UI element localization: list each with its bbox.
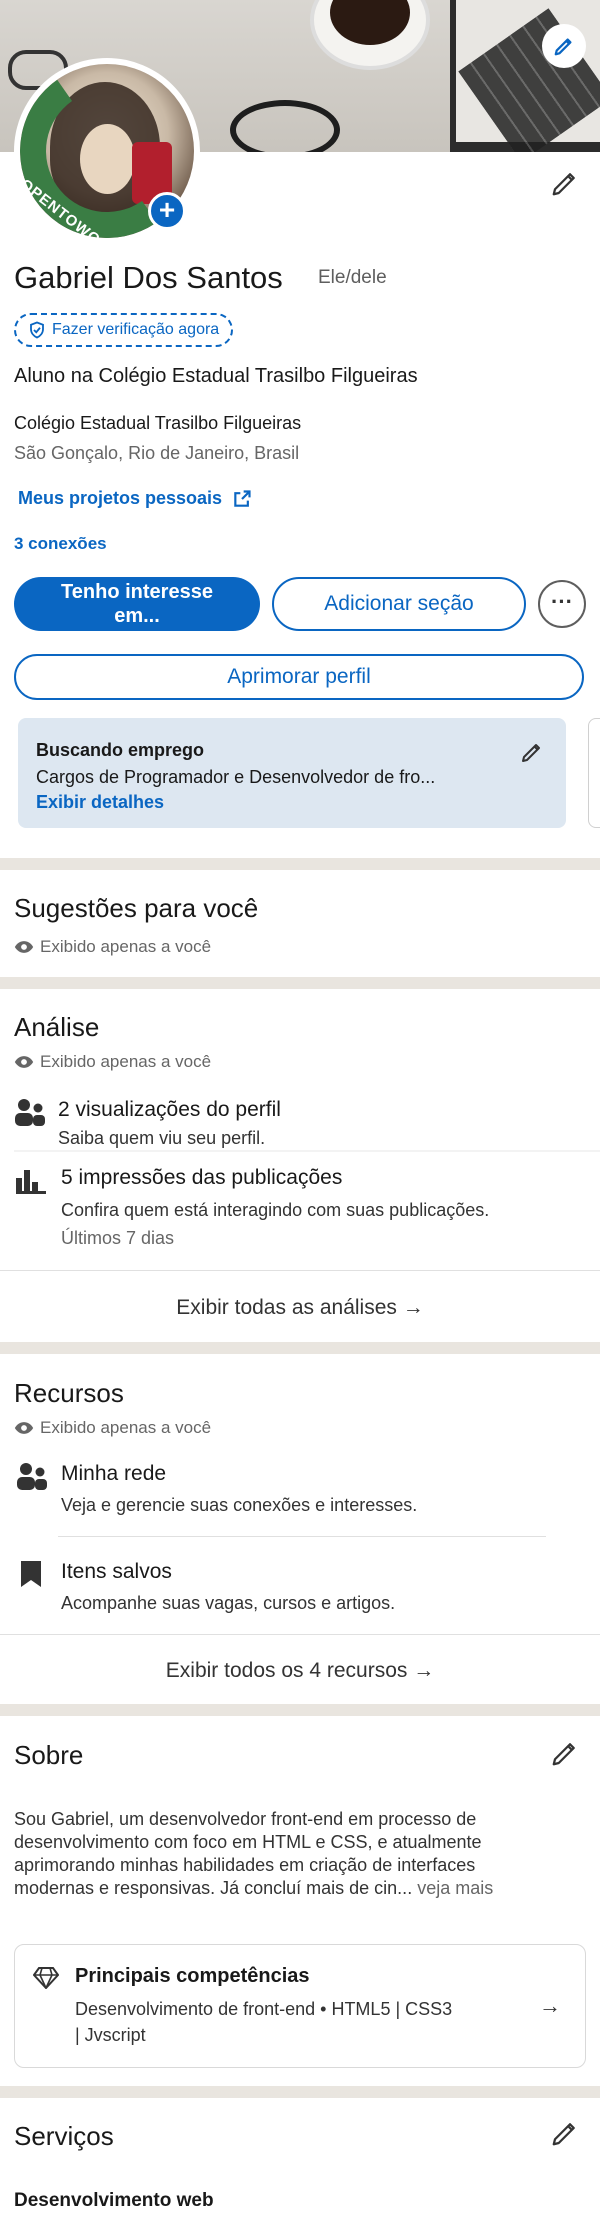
- about-line: aprimorando minhas habilidades em criaçã…: [14, 1855, 476, 1875]
- about-line: desenvolvimento com foco em HTML e CSS, …: [14, 1832, 482, 1852]
- top-skills-card[interactable]: Principais competências Desenvolvimento …: [14, 1944, 586, 2068]
- visibility-label: Exibido apenas a você: [40, 937, 212, 956]
- saved-items-subtitle: Acompanhe suas vagas, cursos e artigos.: [61, 1593, 396, 1613]
- verify-label: Fazer verificação agora: [52, 321, 220, 338]
- eye-icon: [14, 1422, 34, 1434]
- see-more-link[interactable]: veja mais: [417, 1878, 493, 1898]
- arrow-right-icon: →: [539, 1993, 561, 2018]
- open-to-button[interactable]: Tenho interesse em...: [14, 577, 260, 631]
- top-skills-line2: | Jvscript: [75, 2025, 146, 2045]
- shield-check-icon: [30, 321, 44, 339]
- pencil-icon: [552, 1743, 575, 1766]
- people-icon: [17, 1463, 47, 1490]
- show-all-analytics-link[interactable]: Exibir todas as análises →: [0, 1296, 600, 1320]
- services-title: Serviços: [14, 2121, 114, 2151]
- open-to-work-card[interactable]: Buscando emprego Cargos de Programador e…: [18, 718, 566, 828]
- external-link-icon: [234, 489, 251, 507]
- top-skills-line1: Desenvolvimento de front-end • HTML5 | C…: [75, 1999, 453, 2019]
- post-impressions-title: 5 impressões das publicações: [61, 1166, 343, 1189]
- profile-location: São Gonçalo, Rio de Janeiro, Brasil: [14, 443, 300, 463]
- my-network-subtitle: Veja e gerencie suas conexões e interess…: [61, 1495, 418, 1515]
- eye-icon: [14, 1056, 34, 1068]
- section-separator: [0, 858, 600, 870]
- pencil-icon: [554, 38, 572, 56]
- edit-services-button[interactable]: [550, 2118, 580, 2153]
- divider: [58, 1536, 546, 1537]
- analytics-title: Análise: [14, 1012, 100, 1042]
- edit-job-card-button[interactable]: [520, 740, 544, 769]
- suggestions-title: Sugestões para você: [14, 893, 259, 923]
- section-separator: [0, 977, 600, 989]
- analytics-visibility: Exibido apenas a você: [14, 1052, 211, 1072]
- divider: [0, 1270, 600, 1271]
- service-item: Desenvolvimento web: [14, 2190, 214, 2211]
- cable-decor: [230, 100, 340, 152]
- bookmark-icon: [21, 1561, 41, 1587]
- suggestions-visibility: Exibido apenas a você: [14, 937, 211, 957]
- pencil-icon: [552, 2123, 575, 2146]
- profile-views-item[interactable]: 2 visualizações do perfil Saiba quem viu…: [14, 1096, 586, 1148]
- profile-views-subtitle: Saiba quem viu seu perfil.: [58, 1128, 266, 1148]
- pencil-icon: [522, 744, 540, 762]
- bar-chart-icon: [16, 1170, 46, 1194]
- resources-title: Recursos: [14, 1378, 124, 1408]
- section-separator: [0, 1342, 600, 1354]
- eye-icon: [14, 941, 34, 953]
- section-separator: [0, 2086, 600, 2098]
- next-card-peek[interactable]: [588, 718, 600, 828]
- section-separator: [0, 1704, 600, 1716]
- post-impressions-item[interactable]: 5 impressões das publicações Confira que…: [14, 1166, 586, 1252]
- about-line: modernas e responsivas. Já concluí mais …: [14, 1878, 413, 1898]
- about-text: Sou Gabriel, um desenvolvedor front-end …: [14, 1808, 586, 1900]
- top-skills-title: Principais competências: [75, 1965, 310, 1987]
- projects-link[interactable]: Meus projetos pessoais: [18, 488, 252, 509]
- about-title: Sobre: [14, 1740, 84, 1770]
- saved-items-title: Itens salvos: [61, 1560, 172, 1583]
- job-card-details-link[interactable]: Exibir detalhes: [36, 792, 548, 813]
- profile-headline: Aluno na Colégio Estadual Trasilbo Filgu…: [14, 365, 418, 387]
- visibility-label: Exibido apenas a você: [40, 1052, 212, 1071]
- projects-link-label: Meus projetos pessoais: [18, 488, 223, 508]
- improve-profile-button[interactable]: Aprimorar perfil: [14, 654, 584, 700]
- saved-items-item[interactable]: Itens salvos Acompanhe suas vagas, curso…: [14, 1558, 586, 1618]
- divider: [0, 1634, 600, 1635]
- more-options-button[interactable]: ···: [538, 580, 586, 628]
- post-impressions-period: Últimos 7 dias: [61, 1228, 175, 1248]
- resources-visibility: Exibido apenas a você: [14, 1418, 211, 1438]
- verify-now-button[interactable]: Fazer verificação agora: [14, 313, 234, 347]
- pencil-icon: [552, 173, 575, 196]
- connections-link[interactable]: 3 conexões: [14, 534, 107, 554]
- divider: [14, 1150, 600, 1152]
- post-impressions-subtitle: Confira quem está interagindo com suas p…: [61, 1200, 490, 1220]
- add-photo-button[interactable]: +: [148, 192, 186, 230]
- diamond-icon: [33, 1967, 59, 1989]
- open-to-label-1: Tenho interesse: [61, 581, 213, 603]
- add-section-button[interactable]: Adicionar seção: [272, 577, 526, 631]
- visibility-label: Exibido apenas a você: [40, 1418, 212, 1437]
- edit-intro-button[interactable]: [550, 168, 580, 203]
- edit-banner-button[interactable]: [542, 24, 586, 68]
- profile-school[interactable]: Colégio Estadual Trasilbo Filgueiras: [14, 413, 301, 434]
- my-network-title: Minha rede: [61, 1462, 167, 1485]
- edit-about-button[interactable]: [550, 1738, 580, 1773]
- people-icon: [15, 1099, 45, 1126]
- profile-views-title: 2 visualizações do perfil: [58, 1098, 281, 1121]
- job-card-title: Buscando emprego: [36, 740, 205, 760]
- about-line: Sou Gabriel, um desenvolvedor front-end …: [14, 1809, 477, 1829]
- my-network-item[interactable]: Minha rede Veja e gerencie suas conexões…: [14, 1460, 586, 1520]
- profile-pronoun: Ele/dele: [318, 267, 387, 288]
- show-all-resources-link[interactable]: Exibir todos os 4 recursos →: [0, 1659, 600, 1683]
- job-card-description: Cargos de Programador e Desenvolvedor de…: [36, 767, 436, 787]
- open-to-label-2: em...: [114, 605, 160, 627]
- profile-name: Gabriel Dos Santos: [14, 260, 283, 295]
- laptop-decor: [450, 0, 600, 152]
